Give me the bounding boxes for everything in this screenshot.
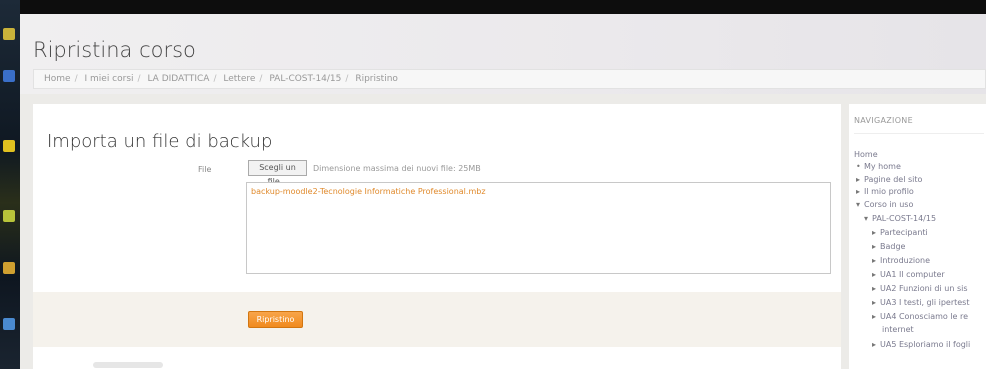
nav-item-label: Badge: [880, 242, 906, 251]
blurred-text: [93, 362, 163, 368]
choose-file-button[interactable]: Scegli un file...: [248, 160, 307, 186]
nav-item-label: UA4 Conosciamo le re: [880, 312, 969, 321]
page-header: Ripristina corso Home / I miei corsi / LA …: [20, 14, 986, 94]
nav-item[interactable]: ▾ Corso in uso: [856, 200, 913, 209]
breadcrumb-lettere[interactable]: Lettere: [223, 74, 255, 84]
nav-item-label: Introduzione: [880, 256, 931, 265]
breadcrumb: Home / I miei corsi / LA DIDATTICA / Letter…: [33, 69, 986, 89]
moodle-page: Ripristina corso Home / I miei corsi / LA …: [20, 14, 986, 369]
nav-item[interactable]: ▸ UA5 Esploriamo il fogli: [872, 340, 970, 349]
nav-bullet-icon: ▸: [872, 284, 877, 293]
nav-item-label: internet: [882, 325, 914, 334]
nav-item[interactable]: internet: [882, 325, 914, 334]
nav-bullet-icon: ▸: [872, 340, 877, 349]
nav-item[interactable]: ▾ PAL-COST-14/15: [864, 214, 936, 223]
nav-item-label: Partecipanti: [880, 228, 928, 237]
breadcrumb-restore[interactable]: Ripristino: [355, 74, 398, 84]
nav-item-label: Pagine del sito: [864, 175, 923, 184]
nav-divider: [854, 133, 984, 134]
nav-home[interactable]: Home: [854, 150, 878, 159]
nav-item[interactable]: ▸ UA1 Il computer: [872, 270, 945, 279]
page-title: Ripristina corso: [33, 38, 196, 62]
nav-item[interactable]: ▸ UA4 Conosciamo le re: [872, 312, 968, 321]
nav-item-label: My home: [864, 162, 901, 171]
nav-bullet-icon: ▸: [872, 270, 877, 279]
nav-bullet-icon: ▸: [872, 298, 877, 307]
nav-item[interactable]: ▸ Il mio profilo: [856, 187, 914, 196]
form-actions: [33, 292, 841, 347]
restore-button[interactable]: Ripristino: [248, 311, 303, 328]
nav-item-label: UA2 Funzioni di un sis: [880, 284, 968, 293]
desktop-icon[interactable]: [3, 70, 15, 82]
nav-item-label: Il mio profilo: [864, 187, 914, 196]
nav-item[interactable]: ▸ Pagine del sito: [856, 175, 922, 184]
nav-bullet-icon: ▸: [872, 256, 877, 265]
nav-bullet-icon: ▸: [856, 187, 861, 196]
desktop-icon[interactable]: [3, 28, 15, 40]
breadcrumb-course[interactable]: PAL-COST-14/15: [269, 74, 341, 84]
nav-bullet-icon: ▾: [856, 200, 861, 209]
nav-item[interactable]: ▸ Introduzione: [872, 256, 930, 265]
desktop-icon[interactable]: [3, 210, 15, 222]
nav-item-label: UA3 I testi, gli ipertest: [880, 298, 970, 307]
top-bar: [0, 0, 986, 14]
nav-bullet-icon: ▾: [864, 214, 869, 223]
nav-bullet-icon: ▸: [872, 242, 877, 251]
nav-item-label: UA5 Esploriamo il fogli: [880, 340, 971, 349]
nav-header: NAVIGAZIONE: [854, 116, 913, 125]
nav-bullet-icon: •: [856, 162, 861, 171]
nav-item-label: PAL-COST-14/15: [872, 214, 937, 223]
navigation-block: NAVIGAZIONE Home • My home ▸ Pagine del sit…: [849, 104, 986, 369]
section-title: Importa un file di backup: [47, 131, 273, 152]
nav-bullet-icon: ▸: [872, 312, 877, 321]
nav-bullet-icon: ▸: [872, 228, 877, 237]
nav-item[interactable]: • My home: [856, 162, 901, 171]
desktop-icon[interactable]: [3, 318, 15, 330]
file-label: File: [198, 165, 212, 174]
main-content: Importa un file di backup File Scegli un…: [33, 104, 841, 369]
nav-item-label: UA1 Il computer: [880, 270, 945, 279]
nav-bullet-icon: ▸: [856, 175, 861, 184]
max-size-text: Dimensione massima dei nuovi file: 25MB: [313, 164, 481, 173]
nav-item[interactable]: ▸ Badge: [872, 242, 905, 251]
desktop-left-strip: [0, 0, 20, 369]
nav-item[interactable]: ▸ UA2 Funzioni di un sis: [872, 284, 968, 293]
desktop-icon[interactable]: [3, 262, 15, 274]
desktop-icon[interactable]: [3, 140, 15, 152]
breadcrumb-home[interactable]: Home: [44, 74, 71, 84]
nav-item[interactable]: ▸ Partecipanti: [872, 228, 928, 237]
selected-file-name[interactable]: backup-moodle2-Tecnologie Informatiche P…: [251, 187, 486, 196]
nav-item[interactable]: ▸ UA3 I testi, gli ipertest: [872, 298, 969, 307]
breadcrumb-my-courses[interactable]: I miei corsi: [85, 74, 134, 84]
breadcrumb-didattica[interactable]: LA DIDATTICA: [147, 74, 209, 84]
file-dropzone[interactable]: backup-moodle2-Tecnologie Informatiche P…: [246, 182, 831, 274]
nav-item-label: Corso in uso: [864, 200, 914, 209]
